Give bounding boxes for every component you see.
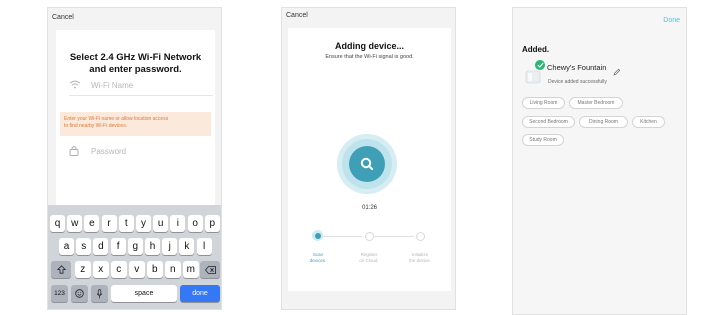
step-connector xyxy=(374,236,414,237)
scanning-animation xyxy=(337,134,397,194)
cancel-button[interactable]: Cancel xyxy=(282,8,455,28)
step-3-indicator xyxy=(416,232,425,241)
done-button[interactable]: Done xyxy=(663,17,680,24)
step-2-line-2: on Cloud. xyxy=(359,257,379,263)
key-g[interactable]: g xyxy=(127,238,143,255)
space-key[interactable]: space xyxy=(111,285,177,302)
key-d[interactable]: d xyxy=(93,238,109,255)
device-added-screen: Done Added. Chewy's Fountain Device adde… xyxy=(512,7,687,315)
active-step-dot xyxy=(314,232,321,239)
key-f[interactable]: f xyxy=(110,238,126,255)
edit-name-icon[interactable] xyxy=(613,63,621,81)
cancel-button[interactable]: Cancel xyxy=(48,8,221,28)
shift-key[interactable] xyxy=(51,261,71,278)
device-name: Chewy's Fountain xyxy=(547,63,607,72)
key-n[interactable]: n xyxy=(165,261,181,278)
keyboard-row-4: 123 space done xyxy=(48,285,221,303)
done-key[interactable]: done xyxy=(180,285,220,302)
room-chip[interactable]: Kitchen xyxy=(632,116,665,128)
title-line-1: Select 2.4 GHz Wi-Fi Network xyxy=(69,52,202,63)
numbers-key[interactable]: 123 xyxy=(51,285,68,302)
page-title: Added. xyxy=(522,45,550,54)
wifi-setup-screen: Cancel Select 2.4 GHz Wi-Fi Network and … xyxy=(47,7,222,310)
key-r[interactable]: r xyxy=(101,215,117,232)
step-2-indicator xyxy=(365,232,374,241)
password-field[interactable]: Password xyxy=(69,141,213,161)
room-chip[interactable]: Master Bedroom xyxy=(569,97,623,109)
wifi-icon xyxy=(69,80,85,91)
key-e[interactable]: e xyxy=(84,215,100,232)
warning-line-2: to find nearby Wi-Fi devices. xyxy=(64,122,128,129)
microphone-key[interactable] xyxy=(91,285,108,302)
countdown-timer: 01:26 xyxy=(361,205,377,211)
key-y[interactable]: y xyxy=(136,215,151,232)
key-h[interactable]: h xyxy=(145,238,160,255)
step-3-line-2: the device. xyxy=(409,257,431,263)
key-k[interactable]: k xyxy=(179,238,195,255)
success-check-icon xyxy=(535,60,545,70)
wifi-form-card: Select 2.4 GHz Wi-Fi Network and enter p… xyxy=(56,30,215,210)
step-1-indicator xyxy=(312,230,323,241)
emoji-key[interactable] xyxy=(71,285,88,302)
key-l[interactable]: l xyxy=(196,238,212,255)
key-q[interactable]: q xyxy=(50,215,65,232)
key-z[interactable]: z xyxy=(75,261,91,278)
key-p[interactable]: p xyxy=(204,215,220,232)
page-title: Adding device... xyxy=(334,41,404,51)
room-chip[interactable]: Living Room xyxy=(522,97,565,109)
device-status: Device added successfully xyxy=(548,79,607,85)
wifi-name-placeholder: Wi-Fi Name xyxy=(91,80,134,90)
step-1-line-2: devices. xyxy=(309,257,327,263)
key-j[interactable]: j xyxy=(162,238,178,255)
key-x[interactable]: x xyxy=(93,261,109,278)
location-warning: Enter your Wi-Fi name or allow location … xyxy=(60,112,211,136)
keyboard: qwertyuiop asdfghjkl zxcvbnm 123 space d… xyxy=(48,205,221,309)
key-u[interactable]: u xyxy=(153,215,169,232)
search-icon xyxy=(349,146,385,182)
key-v[interactable]: v xyxy=(129,261,145,278)
step-connector xyxy=(322,236,362,237)
step-1-label: Scan devices. xyxy=(298,252,338,263)
keyboard-row-1: qwertyuiop xyxy=(48,215,221,233)
key-t[interactable]: t xyxy=(118,215,134,232)
step-3-label: Initialize the device. xyxy=(400,252,440,263)
room-chip[interactable]: Dining Room xyxy=(579,116,628,128)
step-2-label: Register on Cloud. xyxy=(349,252,389,263)
key-m[interactable]: m xyxy=(183,261,199,278)
room-chip[interactable]: Study Room xyxy=(522,134,564,146)
key-w[interactable]: w xyxy=(67,215,83,232)
key-s[interactable]: s xyxy=(76,238,92,255)
keyboard-row-2: asdfghjkl xyxy=(48,238,221,256)
keyboard-row-3: zxcvbnm xyxy=(48,261,221,279)
page-title: Select 2.4 GHz Wi-Fi Network and enter p… xyxy=(56,52,215,76)
adding-device-screen: Cancel Adding device... Ensure that the … xyxy=(281,7,456,310)
key-b[interactable]: b xyxy=(147,261,163,278)
key-a[interactable]: a xyxy=(59,238,74,255)
key-o[interactable]: o xyxy=(187,215,203,232)
lock-icon xyxy=(69,145,85,158)
key-c[interactable]: c xyxy=(111,261,127,278)
password-placeholder: Password xyxy=(91,146,127,156)
wifi-name-field[interactable]: Wi-Fi Name xyxy=(69,75,213,96)
room-chip[interactable]: Second Bedroom xyxy=(522,116,575,128)
progress-card: Adding device... Ensure that the Wi-Fi s… xyxy=(288,28,451,291)
key-i[interactable]: i xyxy=(170,215,186,232)
page-subtitle: Ensure that the Wi-Fi signal is good. xyxy=(325,54,414,60)
backspace-key[interactable] xyxy=(200,261,220,278)
